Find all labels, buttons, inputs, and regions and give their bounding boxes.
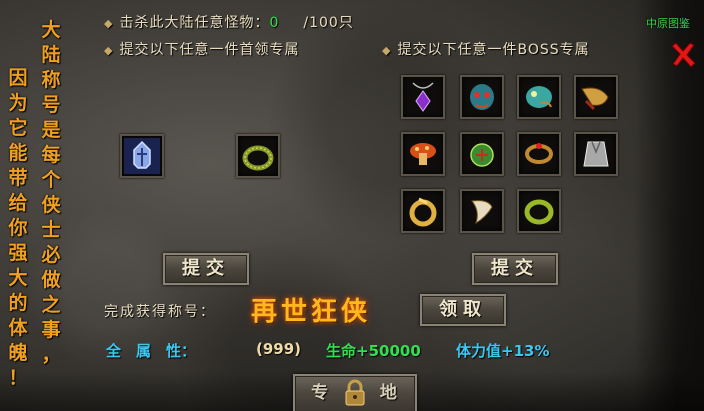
close-icon[interactable] (668, 40, 698, 70)
claim-button[interactable]: 领取 (420, 294, 506, 326)
helmet-icon (124, 138, 160, 174)
reward-title-label: 完成获得称号： (104, 304, 216, 320)
fang-icon (471, 200, 493, 225)
stats-stamina: 体力值+13% (456, 342, 550, 360)
jade-pendant-icon (470, 143, 494, 167)
mask-icon (470, 84, 494, 110)
bracelet-icon (242, 145, 274, 171)
item-slot-boss-3[interactable] (517, 75, 561, 119)
lock-icon (345, 379, 365, 406)
diamond-bullet-icon: ◆ (104, 44, 114, 57)
task-submit-leader: ◆ 提交以下任意一件首领专属 (104, 42, 300, 58)
amulet-icon (412, 82, 434, 112)
jade-bracelet-icon (524, 199, 554, 225)
item-slot-boss-2[interactable] (460, 75, 504, 119)
diamond-bullet-icon: ◆ (104, 17, 114, 30)
submit-leader-button[interactable]: 提交 (163, 253, 249, 285)
item-slot-boss-11[interactable] (517, 189, 561, 233)
map-label[interactable]: 中原图鉴 (646, 15, 690, 31)
stats-hp: 生命+50000 (326, 342, 421, 360)
dragon-head-icon (526, 86, 552, 108)
reward-title-name: 再世狂侠 (251, 297, 372, 327)
horn-icon (581, 87, 609, 111)
submit-boss-button[interactable]: 提交 (472, 253, 558, 285)
item-slot-boss-4[interactable] (574, 75, 618, 119)
diamond-bullet-icon: ◆ (382, 44, 392, 57)
item-slot-boss-1[interactable] (401, 75, 445, 119)
quest-panel: 因为它能带给你强大的体魄！ 大陆称号是每个侠士必做之事， ◆ 击杀此大陆任意怪物：… (0, 0, 704, 411)
ring-icon (525, 143, 553, 164)
kill-count: 0 (269, 15, 280, 31)
kill-total: /100只 (303, 15, 354, 31)
robe-icon (583, 141, 609, 167)
item-slot-boss-6[interactable] (460, 132, 504, 176)
item-slot-leader-2[interactable] (236, 134, 280, 178)
mushroom-icon (410, 143, 436, 165)
stats-all-attribute: (999) (256, 340, 302, 358)
item-slot-boss-5[interactable] (401, 132, 445, 176)
stats-label: 全 属 性： (106, 342, 197, 360)
side-text-column-2: 大陆称号是每个侠士必做之事， (41, 19, 61, 366)
item-slot-boss-9[interactable] (401, 189, 445, 233)
exclusive-map-button[interactable]: 专 地 (293, 374, 417, 411)
task-submit-boss: ◆ 提交以下任意一件BOSS专属 (382, 42, 590, 58)
task-kill-monsters: ◆ 击杀此大陆任意怪物：0/100只 (104, 15, 354, 31)
gold-ring-icon (409, 197, 437, 227)
item-slot-boss-10[interactable] (460, 189, 504, 233)
item-slot-boss-8[interactable] (574, 132, 618, 176)
item-slot-boss-7[interactable] (517, 132, 561, 176)
side-text-column-1: 因为它能带给你强大的体魄！ (8, 67, 28, 389)
item-slot-leader-1[interactable] (120, 134, 164, 178)
